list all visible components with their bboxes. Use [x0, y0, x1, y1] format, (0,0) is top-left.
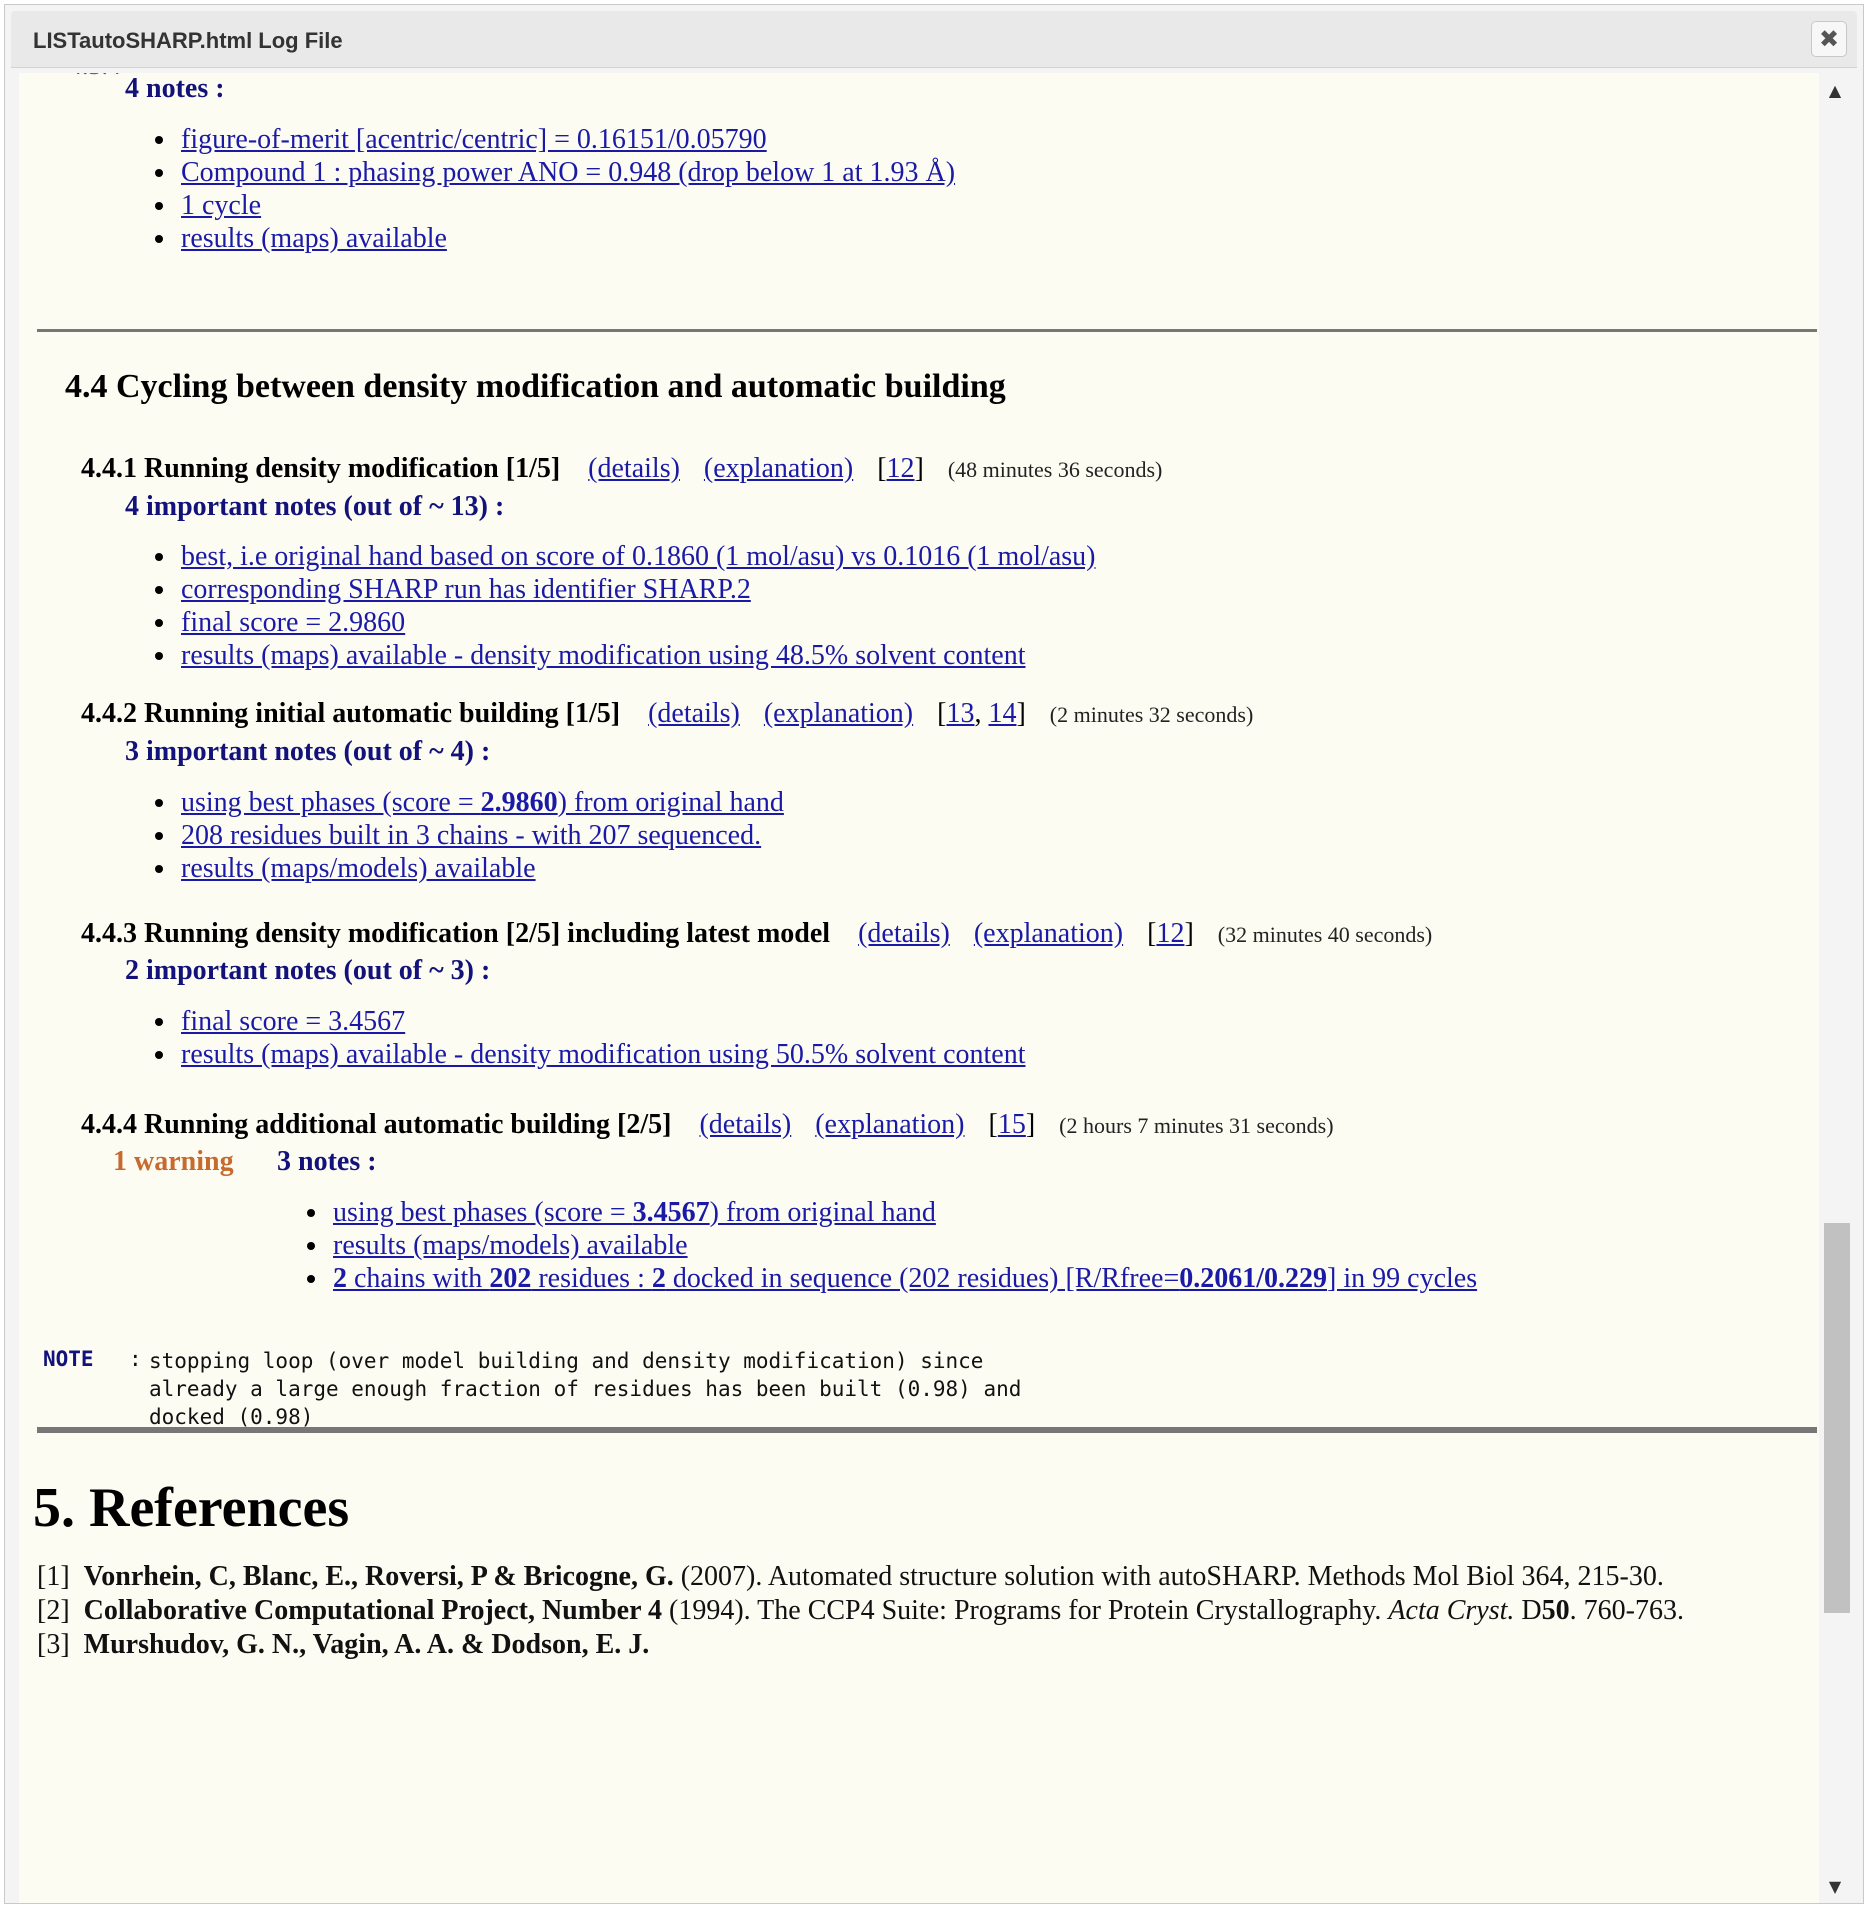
subsection-title: 4.4.2 Running initial automatic building…: [81, 698, 621, 729]
note-link[interactable]: using best phases (score = 2.9860) from …: [181, 787, 784, 818]
note-link[interactable]: 1 cycle: [181, 190, 261, 221]
note-link[interactable]: 208 residues built in 3 chains - with 20…: [181, 820, 761, 851]
elapsed-time: (32 minutes 40 seconds): [1217, 922, 1433, 947]
explanation-link[interactable]: (explanation): [764, 698, 913, 729]
notes-header: 3 important notes (out of ~ 4) :: [125, 736, 491, 767]
subsection-4-4-2: 4.4.2 Running initial automatic building…: [81, 698, 1253, 730]
explanation-link[interactable]: (explanation): [974, 918, 1123, 949]
note-link[interactable]: results (maps/models) available: [181, 853, 536, 884]
subsection-4-4-1: 4.4.1 Running density modification [1/5]…: [81, 453, 1162, 485]
elapsed-time: (2 hours 7 minutes 31 seconds): [1059, 1113, 1334, 1138]
details-link[interactable]: (details): [699, 1109, 791, 1140]
clipped-previous-line: 4.3.4: [69, 73, 121, 81]
notes-header: 2 important notes (out of ~ 3) :: [125, 955, 491, 986]
note-text: stopping loop (over model building and d…: [149, 1349, 1022, 1429]
section-divider: [37, 1427, 1817, 1433]
reference-item: [1] Vonrhein, C, Blanc, E., Roversi, P &…: [37, 1561, 1664, 1592]
subsection-title: 4.4.3 Running density modification [2/5]…: [81, 918, 831, 949]
reference-link[interactable]: 15: [998, 1109, 1026, 1140]
subsection-title: 4.4.1 Running density modification [1/5]: [81, 453, 561, 484]
reference-item: [2] Collaborative Computational Project,…: [37, 1595, 1684, 1626]
section-divider: [37, 329, 1817, 332]
scroll-down-icon[interactable]: ▼: [1819, 1877, 1851, 1897]
notes-list: best, i.e original hand based on score o…: [155, 540, 1096, 672]
notes-list: final score = 3.4567 results (maps) avai…: [155, 1005, 1025, 1071]
explanation-link[interactable]: (explanation): [815, 1109, 964, 1140]
vertical-scrollbar[interactable]: ▲ ▼: [1819, 73, 1851, 1903]
note-label: NOTE: [43, 1347, 94, 1371]
warning-label[interactable]: 1 warning: [113, 1146, 234, 1178]
subsection-title: 4.4.4 Running additional automatic build…: [81, 1109, 672, 1140]
log-file-window: LISTautoSHARP.html Log File ✖ 4.3.4 4 no…: [4, 4, 1864, 1904]
note-link[interactable]: final score = 3.4567: [181, 1006, 405, 1037]
note-colon: :: [129, 1347, 142, 1371]
scroll-up-icon[interactable]: ▲: [1819, 81, 1851, 101]
subsection-4-4-3: 4.4.3 Running density modification [2/5]…: [81, 918, 1432, 950]
notes-list: using best phases (score = 2.9860) from …: [155, 786, 784, 885]
scrollbar-thumb[interactable]: [1824, 1223, 1850, 1613]
log-content: 4.3.4 4 notes : figure-of-merit [acentri…: [19, 73, 1819, 1903]
ref-close: ]: [914, 453, 924, 484]
note-link[interactable]: figure-of-merit [acentric/centric] = 0.1…: [181, 124, 767, 155]
ref-close: ]: [1184, 918, 1194, 949]
references-heading: 5. References: [33, 1477, 350, 1539]
reference-item: [3] Murshudov, G. N., Vagin, A. A. & Dod…: [37, 1629, 650, 1660]
note-link[interactable]: results (maps) available - density modif…: [181, 1039, 1025, 1070]
ref-open: [: [877, 453, 887, 484]
section-heading: 4.4 Cycling between density modification…: [65, 368, 1006, 405]
note-link[interactable]: 2 chains with 202 residues : 2 docked in…: [333, 1263, 1477, 1294]
note-link[interactable]: using best phases (score = 3.4567) from …: [333, 1197, 936, 1228]
notes-header: 4 important notes (out of ~ 13) :: [125, 491, 505, 522]
details-link[interactable]: (details): [648, 698, 740, 729]
details-link[interactable]: (details): [858, 918, 950, 949]
window-title: LISTautoSHARP.html Log File: [33, 28, 343, 53]
reference-link[interactable]: 13: [946, 698, 974, 729]
elapsed-time: (48 minutes 36 seconds): [947, 457, 1163, 482]
note-link[interactable]: best, i.e original hand based on score o…: [181, 541, 1096, 572]
subsection-4-4-4: 4.4.4 Running additional automatic build…: [81, 1109, 1334, 1141]
notes-header: 4 notes :: [125, 73, 225, 104]
details-link[interactable]: (details): [588, 453, 680, 484]
note-link[interactable]: results (maps) available: [181, 223, 447, 254]
close-icon[interactable]: ✖: [1811, 21, 1847, 57]
ref-sep: ,: [974, 698, 989, 729]
notes-list: using best phases (score = 3.4567) from …: [307, 1196, 1477, 1295]
reference-link[interactable]: 12: [887, 453, 915, 484]
ref-close: ]: [1025, 1109, 1036, 1140]
explanation-link[interactable]: (explanation): [704, 453, 853, 484]
elapsed-time: (2 minutes 32 seconds): [1049, 702, 1254, 727]
title-bar: LISTautoSHARP.html Log File ✖: [11, 11, 1857, 68]
note-link[interactable]: results (maps) available - density modif…: [181, 640, 1025, 671]
note-link[interactable]: corresponding SHARP run has identifier S…: [181, 574, 751, 605]
note-link[interactable]: results (maps/models) available: [333, 1230, 688, 1261]
notes-header: 3 notes :: [277, 1146, 377, 1177]
reference-link[interactable]: 14: [988, 698, 1016, 729]
ref-close: ]: [1016, 698, 1026, 729]
reference-link[interactable]: 12: [1156, 918, 1184, 949]
note-link[interactable]: Compound 1 : phasing power ANO = 0.948 (…: [181, 157, 955, 188]
ref-open: [: [988, 1109, 998, 1140]
notes-list: figure-of-merit [acentric/centric] = 0.1…: [155, 123, 955, 255]
note-link[interactable]: final score = 2.9860: [181, 607, 405, 638]
